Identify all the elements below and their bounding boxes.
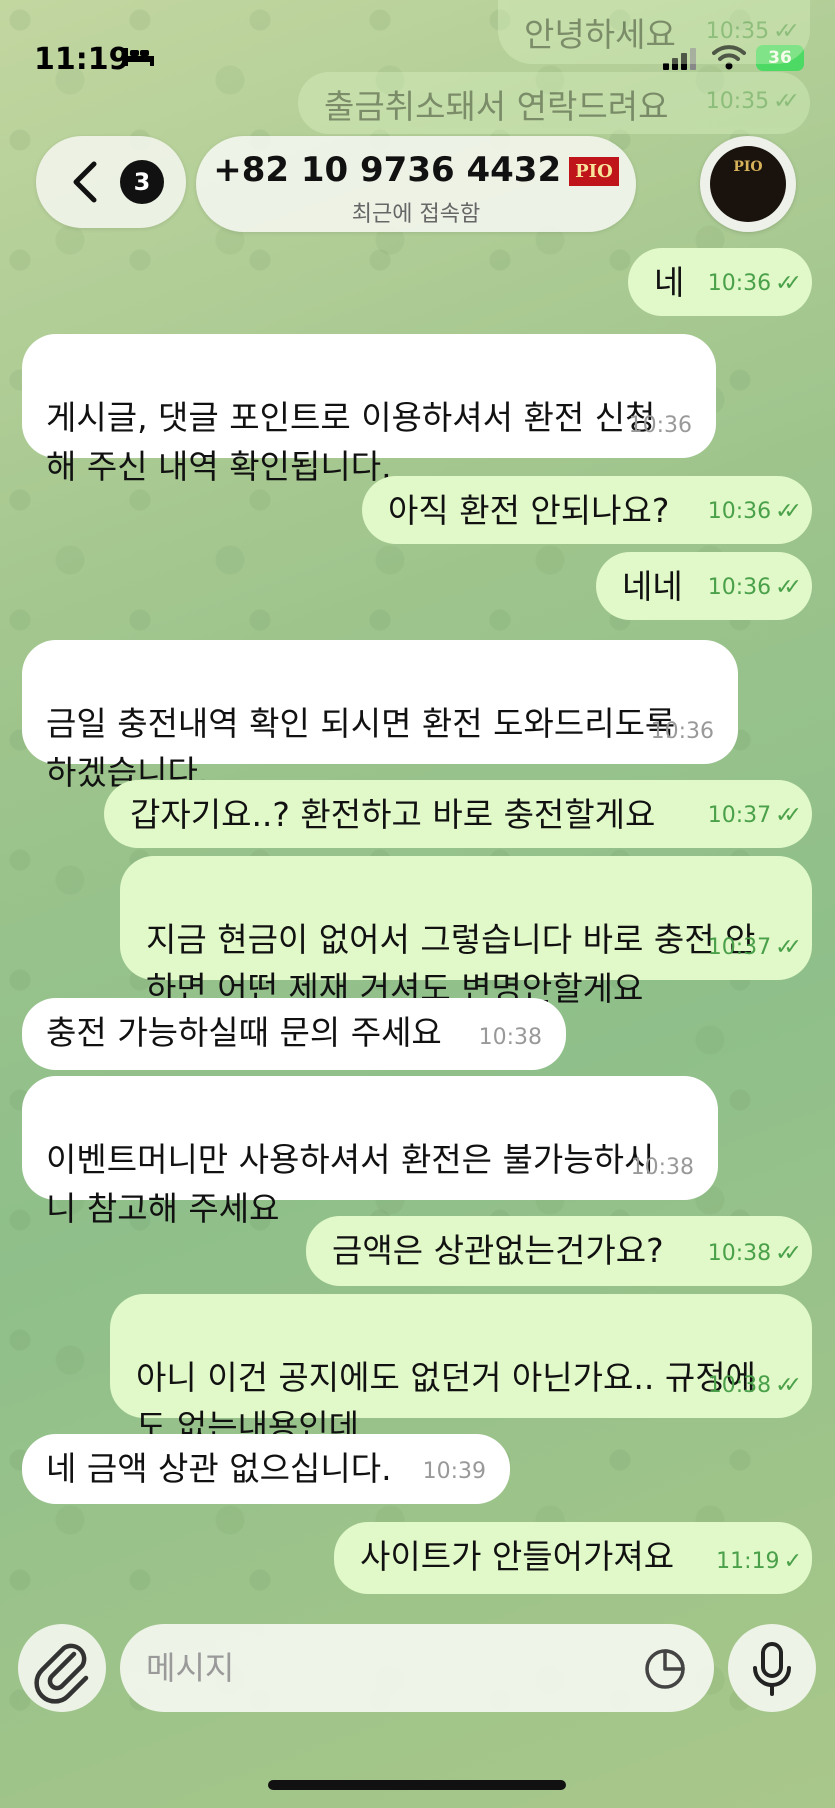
message-bubble[interactable]: 금일 충전내역 확인 되시면 환전 도와드리도록 하겠습니다. 10:36 [22,640,738,792]
message-text: 네 금액 상관 없으십니다. [46,1449,392,1488]
message-bubble[interactable]: 갑자기요..? 환전하고 바로 충전할게요 10:37 ✓✓ [104,780,812,848]
message-input[interactable] [120,1624,714,1712]
status-time: 11:19 [34,42,130,77]
message-time: 10:36 [628,413,692,438]
message-time: 10:38 [478,1025,542,1050]
message-bubble[interactable]: 네네 10:36 ✓✓ [596,552,812,620]
message-text: 네네 [622,567,683,606]
message-meta: 11:19 ✓ [716,1537,803,1586]
message-bubble[interactable]: 아직 환전 안되나요? 10:36 ✓✓ [362,476,812,544]
message-meta: 10:35 ✓✓ [706,7,800,56]
sticker-icon[interactable] [644,1648,686,1690]
unread-count-badge: 3 [120,160,164,204]
message-bubble[interactable]: 금액은 상관없는건가요? 10:38 ✓✓ [306,1216,812,1286]
message-meta: 10:37 ✓✓ [708,791,802,840]
read-checks-icon: ✓✓ [773,19,800,44]
message-text: 아직 환전 안되나요? [388,491,670,530]
attach-button[interactable] [18,1624,106,1712]
message-meta: 10:38 ✓✓ [708,1229,802,1278]
avatar-logo: PIO [710,146,786,222]
message-bubble[interactable]: 지금 현금이 없어서 그렇습니다 바로 충전 안 하면 어떤 제재 거셔도 변명… [120,856,812,1008]
read-checks-icon: ✓✓ [775,575,802,600]
message-time: 10:38 [630,1155,694,1180]
read-checks-icon: ✓✓ [775,271,802,296]
message-bubble[interactable]: 충전 가능하실때 문의 주세요 10:38 [22,998,566,1070]
read-checks-icon: ✓✓ [773,89,800,114]
back-button[interactable]: 3 [36,136,186,228]
read-checks-icon: ✓✓ [775,1241,802,1266]
message-time: 10:39 [422,1459,486,1484]
read-checks-icon: ✓✓ [775,803,802,828]
message-bubble[interactable]: 아니 이건 공지에도 없던거 아닌가요.. 규정에 도 없는내용인데 10:38… [110,1294,812,1446]
message-text: 출금취소돼서 연락드려요 [324,87,669,126]
message-text: 충전 가능하실때 문의 주세요 [46,1013,442,1052]
chevron-left-icon [73,161,97,203]
message-text: 네 [654,263,685,302]
chat-title-button[interactable]: +82 10 9736 4432 PIO 최근에 접속함 [196,136,636,232]
message-time: 10:36 [650,719,714,744]
contact-avatar[interactable]: PIO [700,136,796,232]
microphone-icon [753,1642,791,1696]
message-bubble[interactable]: 출금취소돼서 연락드려요 10:35 ✓✓ [298,72,810,134]
read-checks-icon: ✓✓ [775,935,802,960]
message-meta: 10:36 ✓✓ [708,259,802,308]
message-meta: 10:37 ✓✓ [708,923,802,972]
home-indicator [268,1780,566,1790]
voice-record-button[interactable] [728,1624,816,1712]
message-text: 금액은 상관없는건가요? [332,1231,664,1270]
message-bubble[interactable]: 네 10:36 ✓✓ [628,248,812,316]
read-check-icon: ✓ [783,1549,803,1574]
message-text: 안녕하세요 [524,15,676,54]
message-bubble[interactable]: 사이트가 안들어가져요 11:19 ✓ [334,1522,812,1594]
message-bubble[interactable]: 이벤트머니만 사용하셔서 환전은 불가능하시 니 참고해 주세요 10:38 [22,1076,718,1228]
message-text: 갑자기요..? 환전하고 바로 충전할게요 [130,795,656,834]
contact-name: +82 10 9736 4432 PIO [196,150,636,190]
sleep-focus-icon [124,48,154,66]
message-meta: 10:36 ✓✓ [708,487,802,536]
message-text: 사이트가 안들어가져요 [360,1537,675,1576]
message-meta: 10:36 ✓✓ [708,563,802,612]
read-checks-icon: ✓✓ [775,499,802,524]
message-bubble[interactable]: 네 금액 상관 없으십니다. 10:39 [22,1434,510,1504]
message-bubble[interactable]: 게시글, 댓글 포인트로 이용하셔서 환전 신청 해 주신 내역 확인됩니다. … [22,334,716,486]
message-meta: 10:38 ✓✓ [708,1361,802,1410]
read-checks-icon: ✓✓ [775,1373,802,1398]
paperclip-icon [34,1643,89,1704]
pio-logo: PIO [569,157,619,186]
message-meta: 10:35 ✓✓ [706,77,800,126]
message-bubble[interactable]: 안녕하세요 10:35 ✓✓ [498,0,810,64]
last-seen-status: 최근에 접속함 [351,202,481,227]
